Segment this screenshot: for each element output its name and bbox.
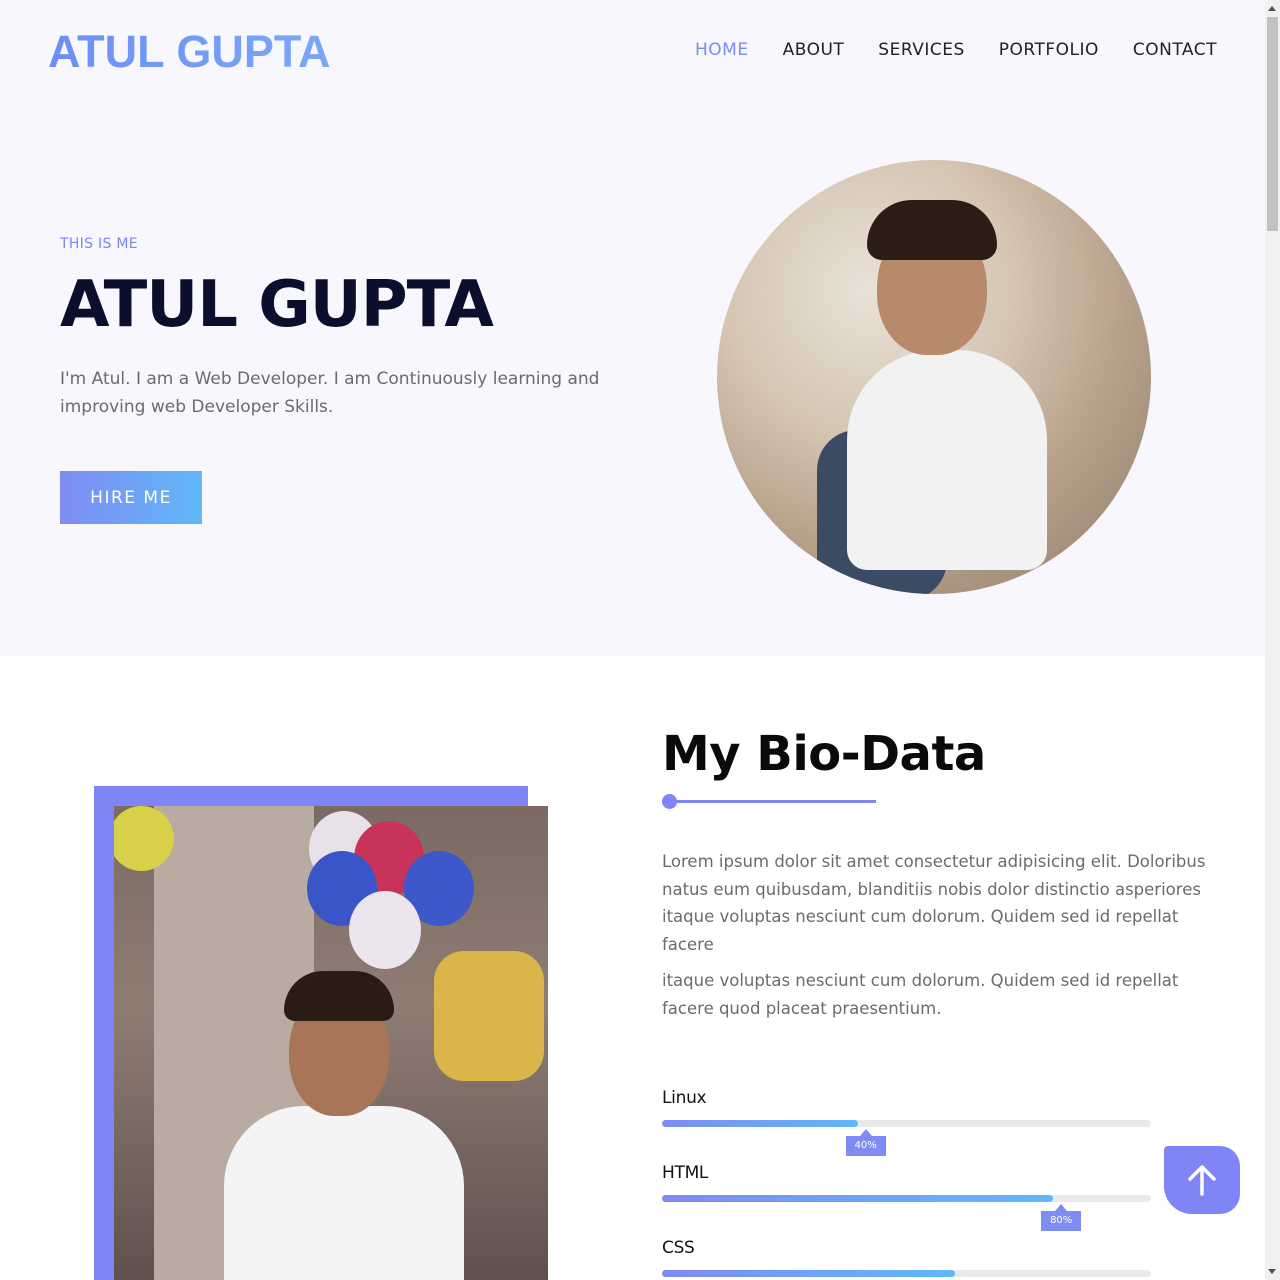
title-underline-dot <box>662 794 677 809</box>
skill-name: HTML <box>662 1163 709 1183</box>
nav-services[interactable]: SERVICES <box>878 40 964 60</box>
hire-me-button[interactable]: HIRE ME <box>60 471 202 524</box>
about-photo <box>114 806 548 1280</box>
skill-name: Linux <box>662 1088 707 1108</box>
scroll-up-arrow-icon[interactable] <box>1268 6 1276 11</box>
site-header: ATUL GUPTA HOME ABOUT SERVICES PORTFOLIO… <box>0 0 1265 100</box>
site-logo[interactable]: ATUL GUPTA <box>48 26 330 78</box>
about-section: My Bio-Data Lorem ipsum dolor sit amet c… <box>0 656 1265 1280</box>
main-nav: HOME ABOUT SERVICES PORTFOLIO CONTACT <box>695 40 1217 60</box>
skill-html: HTML 80% <box>662 1163 1151 1231</box>
nav-contact[interactable]: CONTACT <box>1133 40 1217 60</box>
skill-name: CSS <box>662 1238 695 1258</box>
skill-progress-fill <box>662 1120 858 1127</box>
nav-about[interactable]: ABOUT <box>783 40 845 60</box>
bio-title: My Bio-Data <box>662 726 986 782</box>
skill-css: CSS <box>662 1238 1151 1277</box>
hero-description: I'm Atul. I am a Web Developer. I am Con… <box>60 369 600 417</box>
nav-home[interactable]: HOME <box>695 40 749 60</box>
skill-percent-tooltip: 80% <box>1041 1204 1082 1231</box>
arrow-up-icon <box>1188 1165 1216 1196</box>
scroll-down-arrow-icon[interactable] <box>1268 1269 1276 1274</box>
profile-photo <box>717 160 1151 594</box>
scroll-to-top-button[interactable] <box>1164 1146 1240 1214</box>
hero-title: ATUL GUPTA <box>60 268 494 342</box>
page-scrollbar[interactable] <box>1265 0 1280 1280</box>
skill-progress-fill <box>662 1195 1054 1202</box>
hero-eyebrow: THIS IS ME <box>60 236 138 252</box>
nav-portfolio[interactable]: PORTFOLIO <box>999 40 1099 60</box>
skill-progress-fill <box>662 1270 956 1277</box>
bio-paragraph-1: Lorem ipsum dolor sit amet consectetur a… <box>662 852 1206 954</box>
bio-paragraph-2: itaque voluptas nesciunt cum dolorum. Qu… <box>662 971 1179 1018</box>
skill-percent-tooltip: 40% <box>845 1129 886 1156</box>
hero-section: THIS IS ME ATUL GUPTA I'm Atul. I am a W… <box>0 100 1265 656</box>
skill-progress-track <box>662 1195 1151 1202</box>
scrollbar-thumb[interactable] <box>1267 17 1278 231</box>
skill-linux: Linux 40% <box>662 1088 1151 1156</box>
title-underline <box>662 800 876 803</box>
skill-progress-track <box>662 1270 1151 1277</box>
skill-progress-track <box>662 1120 1151 1127</box>
